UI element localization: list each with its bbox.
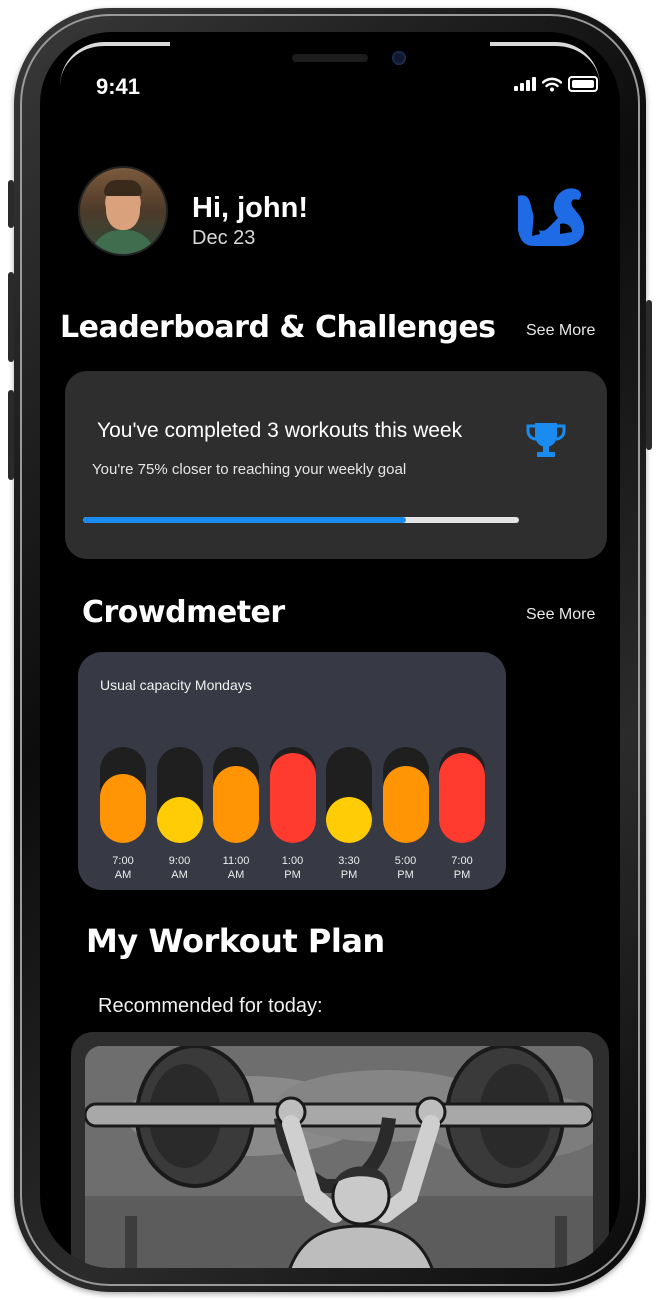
- crowd-bar-time: 7:00: [112, 855, 134, 867]
- crowd-bar-label-5: 5:00 PM: [378, 854, 434, 882]
- crowd-bar-3: [269, 747, 316, 843]
- flexed-bicep-icon[interactable]: [514, 182, 586, 248]
- weekly-goal-progress-bar: [83, 517, 519, 523]
- weightlifter-illustration: [85, 1046, 593, 1268]
- status-time: 9:41: [96, 74, 141, 99]
- crowdmeter-card[interactable]: Usual capacity Mondays 7:00 AM 9:00 AM 11:00…: [78, 652, 506, 890]
- crowd-bar-fill-5: [382, 766, 429, 843]
- crowdmeter-title: Crowdmeter: [82, 595, 285, 630]
- workout-card[interactable]: [71, 1032, 609, 1268]
- crowd-bar-fill-4: [326, 796, 372, 843]
- recommended-label: Recommended for today:: [98, 995, 323, 1017]
- crowd-bar-1: [156, 747, 203, 843]
- crowdmeter-caption: Usual capacity Mondays: [100, 677, 252, 693]
- crowd-bar-period: PM: [340, 869, 358, 881]
- crowd-bar-label-2: 11:00 AM: [208, 854, 264, 882]
- signal-icon: [514, 77, 536, 91]
- crowd-bar-time: 11:00: [222, 855, 250, 867]
- date-text: Dec 23: [192, 227, 256, 249]
- mute-switch: [8, 180, 14, 228]
- crowd-bar-label-3: 1:00 PM: [265, 854, 321, 882]
- crowd-bar-time: 3:30: [338, 855, 360, 867]
- crowd-bar-fill-2: [213, 766, 259, 843]
- crowd-bar-time: 5:00: [394, 855, 417, 867]
- crowd-bar-period: PM: [284, 869, 301, 881]
- crowd-bar-label-4: 3:30 PM: [321, 854, 377, 882]
- greeting-text: Hi, john!: [192, 192, 308, 224]
- front-camera: [392, 51, 406, 65]
- crowd-bar-fill-0: [100, 773, 146, 843]
- crowd-bar-time: 7:00: [451, 855, 473, 867]
- weekly-goal-progress-fill: [83, 517, 406, 523]
- crowd-bar-time: 1:00: [281, 855, 304, 867]
- volume-up-button: [8, 272, 14, 362]
- leaderboard-title: Leaderboard & Challenges: [60, 310, 496, 345]
- crowd-bar-0: [100, 747, 146, 843]
- crowd-bar-period: PM: [453, 869, 471, 881]
- crowd-bar-2: [213, 747, 259, 843]
- status-icons: [514, 76, 598, 92]
- crowd-bar-fill-1: [156, 796, 203, 843]
- crowd-bar-period: PM: [397, 869, 414, 881]
- crowd-bar-time: 9:00: [168, 855, 191, 867]
- crowd-bar-period: AM: [171, 869, 188, 881]
- crowd-bar-label-0: 7:00 AM: [95, 854, 151, 882]
- app-screen: 9:41 Hi, john! Dec 23 Leaderboard & Chal…: [40, 32, 620, 1268]
- crowd-bar-label-6: 7:00 PM: [434, 854, 490, 882]
- challenge-sub-text: You're 75% closer to reaching your weekl…: [92, 461, 407, 478]
- challenge-card[interactable]: You've completed 3 workouts this week Yo…: [65, 371, 607, 559]
- battery-icon: [568, 76, 598, 92]
- crowdmeter-see-more-link[interactable]: See More: [526, 606, 595, 624]
- trophy-icon: [526, 423, 566, 457]
- volume-down-button: [8, 390, 14, 480]
- power-button: [646, 300, 652, 450]
- wifi-icon: [542, 77, 562, 91]
- crowd-bar-4: [326, 747, 372, 843]
- crowd-bar-fill-3: [269, 752, 316, 843]
- crowd-bar-5: [382, 747, 429, 843]
- speaker-grille: [292, 54, 368, 62]
- crowd-bar-period: AM: [114, 869, 132, 881]
- crowd-bar-fill-6: [439, 752, 485, 843]
- challenge-main-text: You've completed 3 workouts this week: [97, 419, 463, 442]
- crowd-bar-6: [439, 747, 485, 843]
- workout-plan-title: My Workout Plan: [86, 922, 385, 960]
- avatar[interactable]: [78, 166, 168, 256]
- leaderboard-see-more-link[interactable]: See More: [526, 322, 595, 340]
- crowd-bar-label-1: 9:00 AM: [152, 854, 208, 882]
- crowd-bar-period: AM: [227, 869, 245, 881]
- notch: [180, 32, 480, 74]
